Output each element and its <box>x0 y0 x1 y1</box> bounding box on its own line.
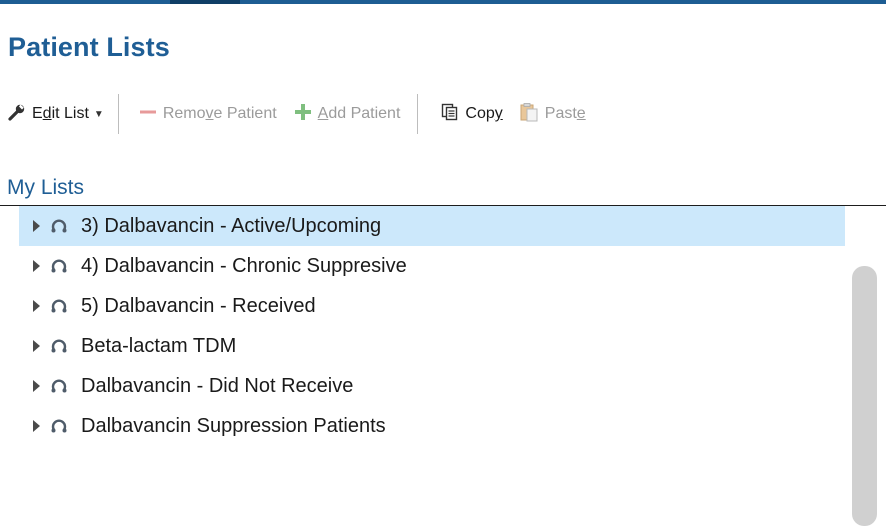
add-patient-button[interactable]: Add Patient <box>294 99 401 129</box>
list-item[interactable]: 4) Dalbavancin - Chronic Suppresive <box>19 246 845 286</box>
copy-label: Copy <box>465 105 503 122</box>
list-group-icon <box>49 216 69 236</box>
expand-arrow-icon[interactable] <box>33 380 40 392</box>
scrollbar-thumb[interactable] <box>852 266 877 526</box>
expand-arrow-icon[interactable] <box>33 220 40 232</box>
edit-list-button[interactable]: Edit List ▼ <box>8 99 104 129</box>
copy-icon <box>441 103 459 126</box>
list-group-icon <box>49 416 69 436</box>
list-item[interactable]: Dalbavancin Suppression Patients <box>19 406 845 446</box>
list-group-icon <box>49 336 69 356</box>
dropdown-caret-icon: ▼ <box>93 108 104 120</box>
toolbar-divider <box>117 94 119 134</box>
paste-icon <box>519 102 539 127</box>
list-item[interactable]: 3) Dalbavancin - Active/Upcoming <box>19 206 845 246</box>
expand-arrow-icon[interactable] <box>33 340 40 352</box>
list-item[interactable]: Beta-lactam TDM <box>19 326 845 366</box>
paste-label: Paste <box>544 105 586 122</box>
list-item[interactable]: Dalbavancin - Did Not Receive <box>19 366 845 406</box>
list-item-label: Beta-lactam TDM <box>81 334 237 357</box>
list-item[interactable]: 5) Dalbavancin - Received <box>19 286 845 326</box>
page-title: Patient Lists <box>8 32 170 62</box>
section-title-my-lists: My Lists <box>7 176 85 199</box>
wrench-icon <box>8 103 26 126</box>
list-item-label: Dalbavancin Suppression Patients <box>81 414 386 437</box>
list-group-icon <box>49 256 69 276</box>
list-item-label: 4) Dalbavancin - Chronic Suppresive <box>81 254 407 277</box>
list-item-label: 3) Dalbavancin - Active/Upcoming <box>81 214 382 237</box>
list-item-label: Dalbavancin - Did Not Receive <box>81 374 354 397</box>
vertical-scrollbar[interactable] <box>852 266 877 526</box>
list-group-icon <box>49 376 69 396</box>
list-item-label: 5) Dalbavancin - Received <box>81 294 316 317</box>
toolbar: Edit List ▼ Remove Patient Add Patient C… <box>0 94 886 134</box>
add-patient-label: Add Patient <box>317 105 401 122</box>
expand-arrow-icon[interactable] <box>33 420 40 432</box>
remove-patient-button[interactable]: Remove Patient <box>139 99 277 129</box>
list-group-icon <box>49 296 69 316</box>
toolbar-divider <box>417 94 419 134</box>
remove-patient-label: Remove Patient <box>162 105 277 122</box>
paste-button[interactable]: Paste <box>519 99 586 129</box>
edit-list-label: Edit List <box>32 105 89 122</box>
minus-icon <box>139 103 157 126</box>
patient-list-tree: 3) Dalbavancin - Active/Upcoming 4) Dalb… <box>0 206 846 513</box>
expand-arrow-icon[interactable] <box>33 260 40 272</box>
plus-icon <box>294 103 312 126</box>
copy-button[interactable]: Copy <box>441 99 503 129</box>
expand-arrow-icon[interactable] <box>33 300 40 312</box>
